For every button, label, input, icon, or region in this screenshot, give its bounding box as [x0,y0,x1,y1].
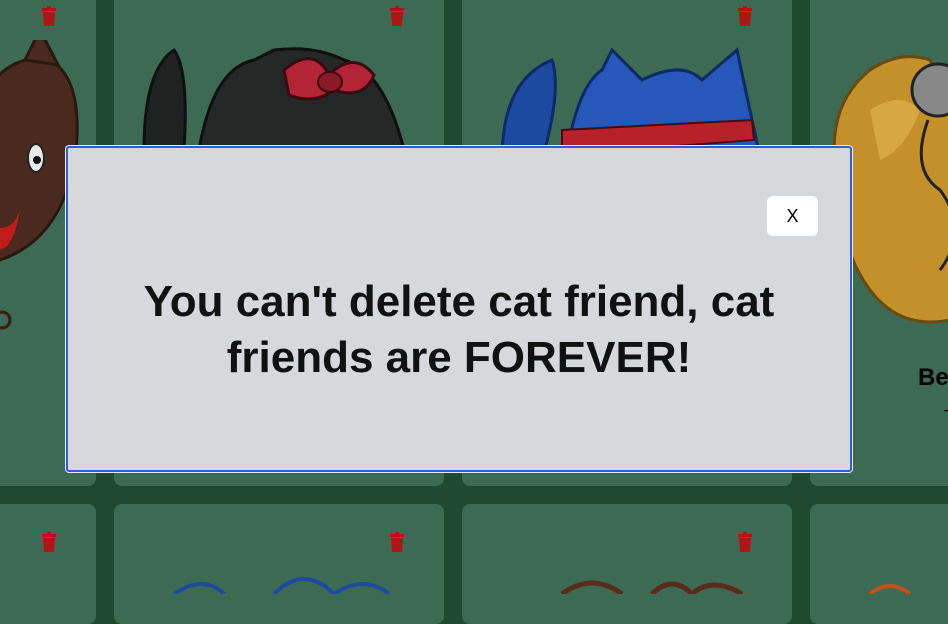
trash-icon[interactable] [389,532,405,552]
cat-card[interactable] [114,504,444,624]
trash-icon[interactable] [737,6,753,26]
alert-modal: X You can't delete cat friend, cat frien… [66,146,852,472]
cat-artwork [172,577,391,594]
modal-message: You can't delete cat friend, cat friends… [143,277,775,382]
cat-card[interactable] [462,504,792,624]
cat-name: Be [918,364,948,391]
cat-card[interactable] [0,504,96,624]
trash-icon[interactable] [41,6,57,26]
trash-icon[interactable] [737,532,753,552]
close-button[interactable]: X [767,196,818,236]
close-icon: X [786,205,799,226]
cat-card[interactable] [810,504,948,624]
trash-icon[interactable] [389,6,405,26]
trash-icon[interactable] [41,532,57,552]
cat-subtitle: T [944,408,948,426]
cat-artwork [868,584,912,594]
cat-artwork [560,580,744,594]
